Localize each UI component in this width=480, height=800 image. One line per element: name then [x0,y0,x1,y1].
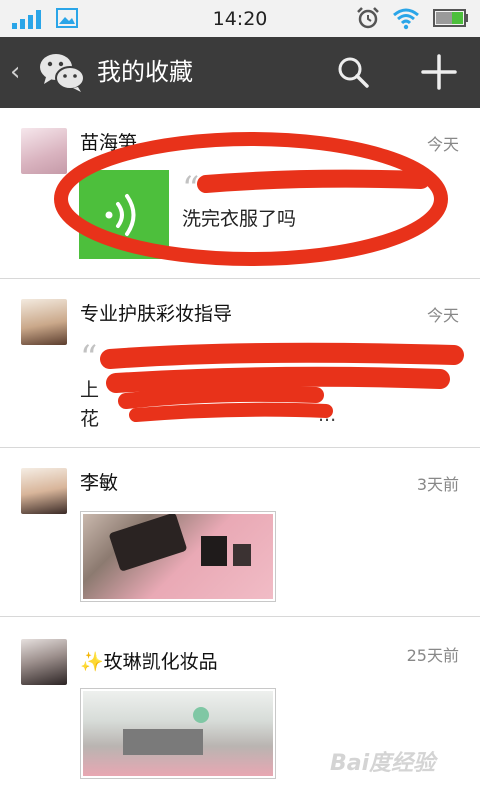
favorite-photo [80,688,276,779]
favorite-item-image[interactable]: ✨玫琳凯化妆品 25天前 Bai度经验 [0,617,480,800]
red-annotation-circle [54,132,448,266]
status-bar: 14:20 [0,0,480,37]
avatar [21,299,67,345]
battery-icon [433,9,468,27]
sender-name: 李敏 [80,472,119,494]
sender-name: ✨玫琳凯化妆品 [80,651,218,673]
avatar [21,639,67,685]
favorite-item-image[interactable]: 李敏 3天前 [0,448,480,616]
wifi-icon [393,8,419,30]
favorite-time: 今天 [426,306,459,325]
favorite-item-voice[interactable]: 苗海笋 今天 “ 洗完衣服了吗 [0,108,480,278]
watermark: Bai度经验 [330,751,436,776]
wechat-logo-icon [40,54,85,92]
search-icon[interactable] [336,55,370,89]
favorite-time: 25天前 [406,646,459,665]
sender-name: 专业护肤彩妆指导 [80,303,233,325]
quote-mark: “ [80,338,98,378]
plus-icon[interactable] [421,54,457,90]
title-bar: ‹ 我的收藏 [0,37,480,108]
avatar [21,468,67,514]
favorite-photo [80,511,276,602]
favorite-time: 3天前 [416,475,459,494]
page-title: 我的收藏 [97,58,193,86]
alarm-clock-icon [357,7,379,29]
back-button[interactable]: ‹ [10,57,20,87]
favorite-item-text[interactable]: 专业护肤彩妆指导 今天 “ 上 花 ... [0,279,480,447]
red-scribble-redaction [100,342,464,422]
